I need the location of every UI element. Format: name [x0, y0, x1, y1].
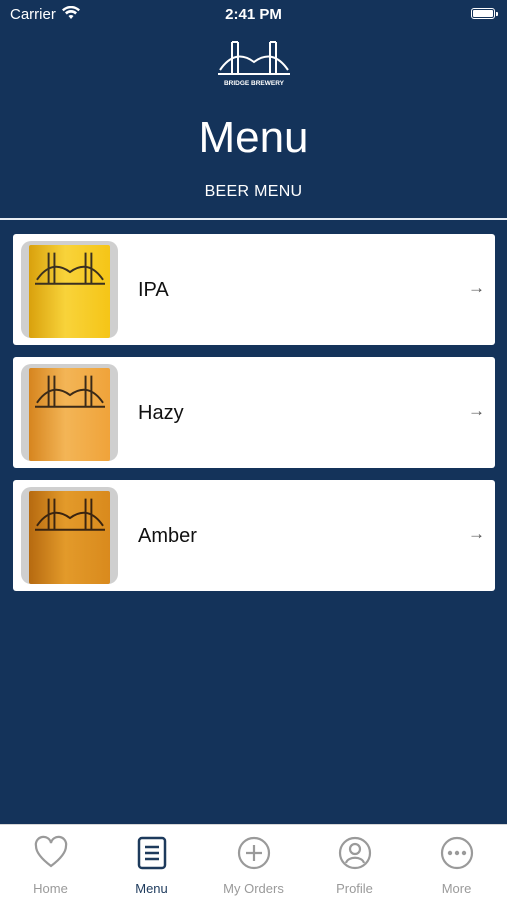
tab-menu[interactable]: Menu — [101, 825, 202, 900]
status-bar: Carrier 2:41 PM — [0, 0, 507, 30]
menu-item-hazy[interactable]: Hazy → — [13, 357, 495, 468]
tab-more[interactable]: More — [406, 825, 507, 900]
section-subtitle: BEER MENU — [204, 183, 303, 200]
profile-icon — [338, 836, 372, 870]
heart-icon — [34, 835, 68, 868]
menu-item-label: Hazy — [138, 402, 184, 424]
plus-circle-icon — [237, 836, 271, 870]
menu-item-ipa[interactable]: IPA → — [13, 234, 495, 345]
status-time: 2:41 PM — [225, 6, 282, 23]
beer-image — [21, 364, 118, 461]
logo-text: BRIDGE BREWERY — [224, 80, 285, 87]
glass-logo-icon — [35, 252, 105, 285]
beer-list: IPA → Hazy → Amber → — [13, 234, 495, 603]
tab-label: Home — [33, 881, 68, 896]
arrow-right-icon: → — [468, 401, 485, 420]
tab-profile[interactable]: Profile — [304, 825, 405, 900]
tab-bar: Home Menu My Orders Profile More — [0, 824, 507, 900]
beer-image — [21, 487, 118, 584]
arrow-right-icon: → — [468, 524, 485, 543]
list-icon — [137, 836, 167, 870]
menu-item-label: Amber — [138, 525, 197, 547]
tab-label: My Orders — [223, 881, 284, 896]
battery-icon — [471, 8, 498, 19]
tab-label: Menu — [135, 881, 168, 896]
tab-home[interactable]: Home — [0, 825, 101, 900]
menu-item-label: IPA — [138, 279, 169, 301]
more-icon — [440, 836, 474, 870]
header-divider — [0, 218, 507, 220]
glass-logo-icon — [35, 498, 105, 531]
brewery-logo: BRIDGE BREWERY — [218, 40, 290, 88]
tab-label: More — [441, 881, 472, 896]
arrow-right-icon: → — [468, 278, 485, 297]
tab-label: Profile — [336, 881, 373, 896]
menu-item-amber[interactable]: Amber → — [13, 480, 495, 591]
page-title: Menu — [198, 113, 309, 162]
glass-logo-icon — [35, 375, 105, 408]
beer-image — [21, 241, 118, 338]
tab-my-orders[interactable]: My Orders — [203, 825, 304, 900]
